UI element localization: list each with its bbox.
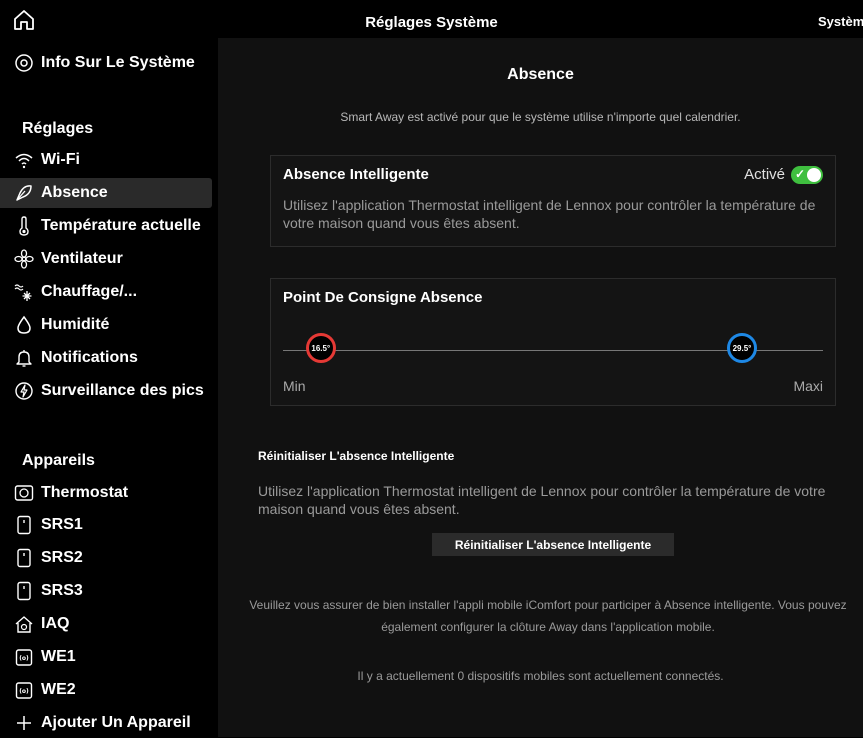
iaq-icon xyxy=(14,614,34,634)
reset-section-title: Réinitialiser L'absence Intelligente xyxy=(258,449,455,463)
smart-away-description: Utilisez l'application Thermostat intell… xyxy=(283,197,816,231)
away-setpoint-card: Point De Consigne Absence 16.5° 29.5° Mi… xyxy=(270,278,836,406)
sidebar-item-iaq[interactable]: IAQ xyxy=(0,609,212,639)
wifi-icon xyxy=(14,150,34,170)
slider-max-label: Maxi xyxy=(793,378,823,394)
smart-away-card: Absence Intelligente Activé ✓ Utilisez l… xyxy=(270,155,836,247)
svg-text:(o): (o) xyxy=(19,655,29,662)
smart-away-title: Absence Intelligente xyxy=(283,166,429,183)
sensor-icon xyxy=(14,515,34,535)
section-title: Absence xyxy=(507,66,574,83)
power-icon xyxy=(14,381,34,401)
check-icon: ✓ xyxy=(795,167,806,181)
plus-icon xyxy=(14,713,34,733)
sidebar-item-absence[interactable]: Absence xyxy=(0,178,212,208)
thermostat-icon xyxy=(14,483,34,503)
sidebar-item-srs1[interactable]: SRS1 xyxy=(0,510,212,540)
sensor-icon xyxy=(14,581,34,601)
sidebar-item-label: Info Sur Le Système xyxy=(41,54,195,71)
devices-section-header: Appareils xyxy=(22,452,95,469)
wifi-extender-icon: (o) xyxy=(14,647,34,667)
slider-min-label: Min xyxy=(283,378,306,394)
away-setpoint-title: Point De Consigne Absence xyxy=(283,289,483,306)
sidebar-item-label: Absence xyxy=(41,184,108,201)
sidebar-item-label: Surveillance des pics xyxy=(41,382,204,399)
wifi-extender-icon: (o) xyxy=(14,680,34,700)
sidebar-item-thermostat[interactable]: Thermostat xyxy=(0,478,212,508)
sidebar-item-we1[interactable]: (o) WE1 xyxy=(0,642,212,672)
sidebar-item-we2[interactable]: (o) WE2 xyxy=(0,675,212,705)
away-icon xyxy=(14,183,34,203)
smart-away-toggle[interactable]: ✓ xyxy=(791,166,823,184)
settings-section-header: Réglages xyxy=(22,120,94,137)
sidebar-item-label: SRS2 xyxy=(41,549,83,566)
sidebar-item-notifications[interactable]: Notifications xyxy=(0,343,212,373)
page-title: Réglages Système xyxy=(365,14,498,31)
sidebar-item-label: Wi-Fi xyxy=(41,151,80,168)
bell-icon xyxy=(14,348,34,368)
sidebar-item-label: Notifications xyxy=(41,349,138,366)
sidebar-item-srs3[interactable]: SRS3 xyxy=(0,576,212,606)
svg-text:(o): (o) xyxy=(19,688,29,695)
sidebar-item-current-temperature[interactable]: Température actuelle xyxy=(0,211,212,241)
sidebar-item-fan[interactable]: Ventilateur xyxy=(0,244,212,274)
sidebar-item-wifi[interactable]: Wi-Fi xyxy=(0,145,212,175)
sidebar-item-label: SRS3 xyxy=(41,582,83,599)
sidebar-item-humidity[interactable]: Humidité xyxy=(0,310,212,340)
sidebar-item-srs2[interactable]: SRS2 xyxy=(0,543,212,573)
max-setpoint-handle[interactable]: 29.5° xyxy=(727,333,757,363)
install-app-note: Veuillez vous assurer de bien installer … xyxy=(249,598,847,634)
sidebar-item-label: SRS1 xyxy=(41,516,83,533)
sidebar-item-system-info[interactable]: Info Sur Le Système xyxy=(0,48,212,78)
heat-cool-icon xyxy=(14,282,34,302)
thermometer-icon xyxy=(14,216,34,236)
reset-description: Utilisez l'application Thermostat intell… xyxy=(258,483,826,517)
sensor-icon xyxy=(14,548,34,568)
system-menu-label[interactable]: Système xyxy=(818,14,863,29)
sidebar-item-label: Température actuelle xyxy=(41,217,201,234)
reset-smart-away-button[interactable]: Réinitialiser L'absence Intelligente xyxy=(432,533,674,556)
toggle-knob xyxy=(807,168,821,182)
sidebar-item-label: IAQ xyxy=(41,615,70,632)
sidebar-item-peak-monitoring[interactable]: Surveillance des pics xyxy=(0,376,212,406)
info-icon xyxy=(14,53,34,73)
sidebar-item-label: Thermostat xyxy=(41,484,129,501)
smart-away-status: Activé xyxy=(744,166,785,183)
connected-devices-note: Il y a actuellement 0 dispositifs mobile… xyxy=(357,669,724,683)
sidebar-item-label: Humidité xyxy=(41,316,110,333)
sidebar-item-label: WE1 xyxy=(41,648,76,665)
humidity-icon xyxy=(14,315,34,335)
sidebar-item-heat-cool[interactable]: Chauffage/... xyxy=(0,277,212,307)
min-setpoint-handle[interactable]: 16.5° xyxy=(305,333,336,363)
main-panel: Absence Smart Away est activé pour que l… xyxy=(218,38,863,737)
sidebar-item-label: Ventilateur xyxy=(41,250,123,267)
sidebar: Info Sur Le Système Réglages Wi-Fi Absen… xyxy=(0,38,218,737)
fan-icon xyxy=(14,249,34,269)
add-device-button[interactable]: Ajouter Un Appareil xyxy=(0,708,212,738)
top-bar: Réglages Système Système xyxy=(0,0,863,38)
intro-text: Smart Away est activé pour que le systèm… xyxy=(340,110,741,124)
sidebar-item-label: Chauffage/... xyxy=(41,283,138,300)
sidebar-item-label: WE2 xyxy=(41,681,76,698)
add-device-label: Ajouter Un Appareil xyxy=(41,714,191,731)
